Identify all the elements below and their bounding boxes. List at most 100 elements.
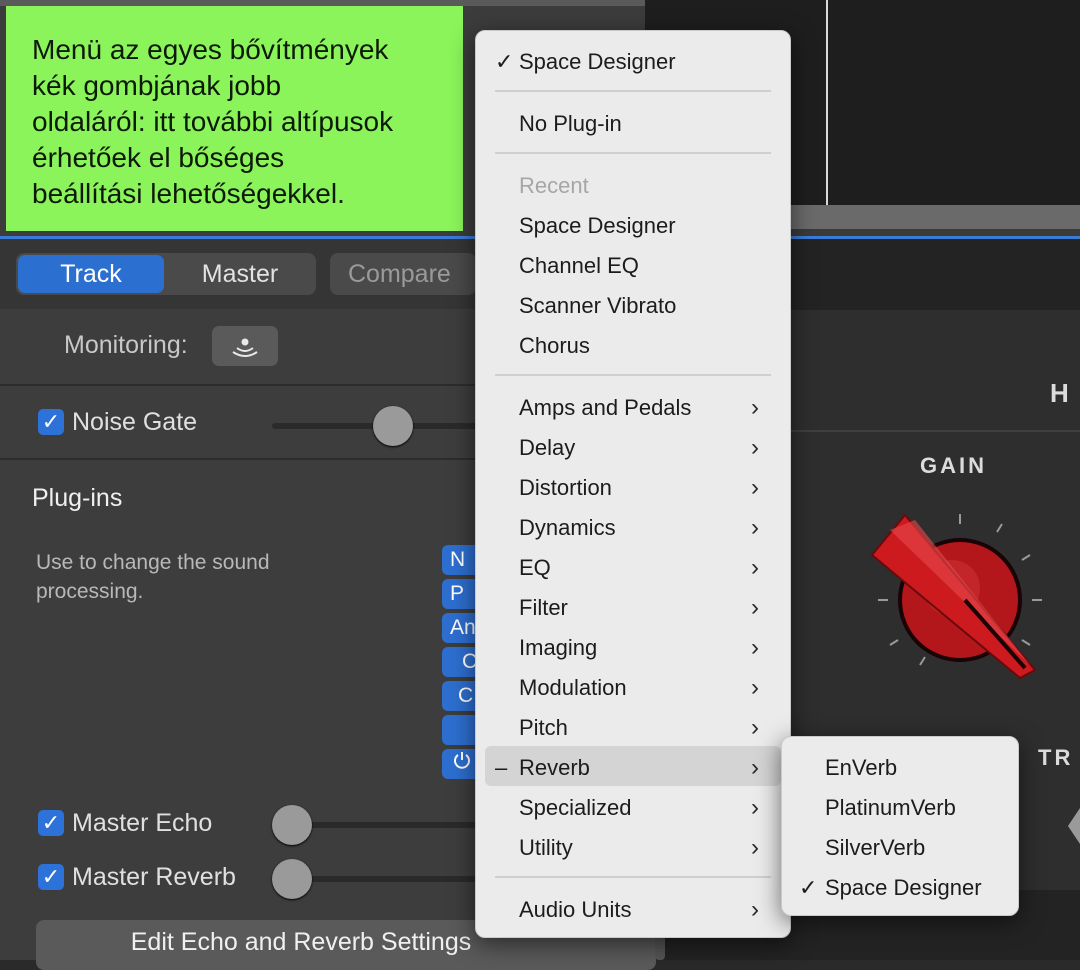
menu-item-label: Chorus xyxy=(519,333,590,358)
chevron-right-icon: › xyxy=(751,474,759,501)
submenu-item-label: Space Designer xyxy=(825,875,982,900)
chevron-right-icon: › xyxy=(751,634,759,661)
amp-h-label: H xyxy=(1050,378,1072,408)
noise-gate-checkbox[interactable]: ✓ xyxy=(38,409,64,435)
chevron-right-icon: › xyxy=(751,794,759,821)
menu-item-category[interactable]: Pitch › xyxy=(475,708,791,748)
checkmark-icon: ✓ xyxy=(495,49,514,74)
annotation-line: érhetőek el bőséges xyxy=(32,142,285,173)
section-divider xyxy=(0,384,478,386)
menu-separator xyxy=(495,374,771,376)
annotation-line: kék gombjának jobb xyxy=(32,70,282,101)
monitoring-button[interactable] xyxy=(212,326,278,366)
menu-item-selected-plugin[interactable]: ✓ Space Designer xyxy=(475,42,791,82)
power-icon xyxy=(454,752,470,769)
menu-item-category[interactable]: Utility › xyxy=(475,828,791,868)
menu-item-recent[interactable]: Channel EQ xyxy=(475,246,791,286)
menu-item-recent[interactable]: Space Designer xyxy=(475,206,791,246)
menu-separator xyxy=(495,90,771,92)
menu-item-label: Reverb xyxy=(519,755,590,780)
menu-item-label: Pitch xyxy=(519,715,568,740)
submenu-item-label: PlatinumVerb xyxy=(825,795,956,820)
menu-item-label: No Plug-in xyxy=(519,111,622,136)
menu-item-recent[interactable]: Scanner Vibrato xyxy=(475,286,791,326)
section-divider xyxy=(0,458,478,460)
annotation-line: beállítási lehetőségekkel. xyxy=(32,178,345,209)
menu-item-label: Amps and Pedals xyxy=(519,395,692,420)
chevron-right-icon: › xyxy=(751,554,759,581)
menu-item-category[interactable]: Modulation › xyxy=(475,668,791,708)
menu-item-recent[interactable]: Chorus xyxy=(475,326,791,366)
monitoring-icon xyxy=(232,338,258,357)
chevron-right-icon: › xyxy=(751,896,759,923)
menu-item-category[interactable]: Imaging › xyxy=(475,628,791,668)
chevron-right-icon: › xyxy=(751,674,759,701)
menu-item-category[interactable]: Dynamics › xyxy=(475,508,791,548)
submenu-item[interactable]: SilverVerb xyxy=(781,828,1019,868)
menu-item-label: Audio Units xyxy=(519,897,632,922)
menu-item-label: Space Designer xyxy=(519,213,676,238)
master-reverb-checkbox[interactable]: ✓ xyxy=(38,864,64,890)
menu-item-category[interactable]: Amps and Pedals › xyxy=(475,388,791,428)
menu-item-label: Modulation xyxy=(519,675,627,700)
chevron-right-icon: › xyxy=(751,594,759,621)
menu-item-label: Channel EQ xyxy=(519,253,639,278)
dash-mixed-state-icon: – xyxy=(495,755,508,780)
noise-gate-slider-knob[interactable] xyxy=(373,406,413,446)
menu-item-audio-units[interactable]: Audio Units › xyxy=(475,890,791,930)
menu-item-category[interactable]: Delay › xyxy=(475,428,791,468)
menu-item-label: Specialized xyxy=(519,795,632,820)
menu-item-category[interactable]: Specialized › xyxy=(475,788,791,828)
menu-item-label: Scanner Vibrato xyxy=(519,293,677,318)
chevron-right-icon: › xyxy=(751,834,759,861)
compare-button[interactable]: Compare xyxy=(330,253,476,295)
monitoring-label: Monitoring: xyxy=(64,331,188,359)
noise-gate-label: Noise Gate xyxy=(72,408,198,436)
menu-item-label: Space Designer xyxy=(519,49,676,74)
menu-item-label: EQ xyxy=(519,555,551,580)
submenu-item-label: EnVerb xyxy=(825,755,898,780)
menu-item-category[interactable]: EQ › xyxy=(475,548,791,588)
menu-item-category-reverb[interactable]: – Reverb › xyxy=(475,748,791,788)
menu-item-no-plugin[interactable]: No Plug-in xyxy=(475,104,791,144)
menu-header-label: Recent xyxy=(519,173,589,198)
master-echo-slider-track[interactable] xyxy=(292,822,478,828)
menu-separator xyxy=(495,876,771,878)
treble-label: TR xyxy=(1038,745,1074,770)
gain-knob[interactable] xyxy=(860,500,1060,700)
menu-item-label: Utility xyxy=(519,835,573,860)
menu-item-label: Imaging xyxy=(519,635,598,660)
playhead-line xyxy=(826,0,828,205)
master-echo-slider-knob[interactable] xyxy=(272,805,312,845)
master-reverb-slider-track[interactable] xyxy=(292,876,478,882)
submenu-item-selected[interactable]: ✓ Space Designer xyxy=(781,868,1019,908)
submenu-item[interactable]: EnVerb xyxy=(781,748,1019,788)
annotation-line: Menü az egyes bővítmények xyxy=(32,34,389,65)
master-echo-checkbox[interactable]: ✓ xyxy=(38,810,64,836)
chevron-right-icon: › xyxy=(751,754,759,781)
submenu-item-label: SilverVerb xyxy=(825,835,926,860)
plugins-title: Plug-ins xyxy=(32,484,123,512)
annotation-line: oldaláról: itt további altípusok xyxy=(32,106,394,137)
annotation-box: Menü az egyes bővítmények kék gombjának … xyxy=(6,6,463,231)
menu-item-label: Dynamics xyxy=(519,515,616,540)
menu-recent-header: Recent xyxy=(475,166,791,206)
chevron-right-icon: › xyxy=(751,514,759,541)
treble-knob-edge[interactable] xyxy=(1068,808,1080,844)
menu-item-category[interactable]: Filter › xyxy=(475,588,791,628)
menu-item-label: Distortion xyxy=(519,475,612,500)
chevron-right-icon: › xyxy=(751,714,759,741)
checkmark-icon: ✓ xyxy=(799,875,818,900)
master-reverb-slider-knob[interactable] xyxy=(272,859,312,899)
submenu-item[interactable]: PlatinumVerb xyxy=(781,788,1019,828)
menu-item-label: Delay xyxy=(519,435,576,460)
master-tab[interactable]: Master xyxy=(166,255,314,293)
chevron-right-icon: › xyxy=(751,434,759,461)
menu-separator xyxy=(495,152,771,154)
master-echo-label: Master Echo xyxy=(72,809,213,837)
master-reverb-label: Master Reverb xyxy=(72,863,236,891)
amp-panel-divider xyxy=(790,430,1080,432)
menu-item-category[interactable]: Distortion › xyxy=(475,468,791,508)
gain-label: GAIN xyxy=(920,453,987,478)
track-tab[interactable]: Track xyxy=(18,255,164,293)
